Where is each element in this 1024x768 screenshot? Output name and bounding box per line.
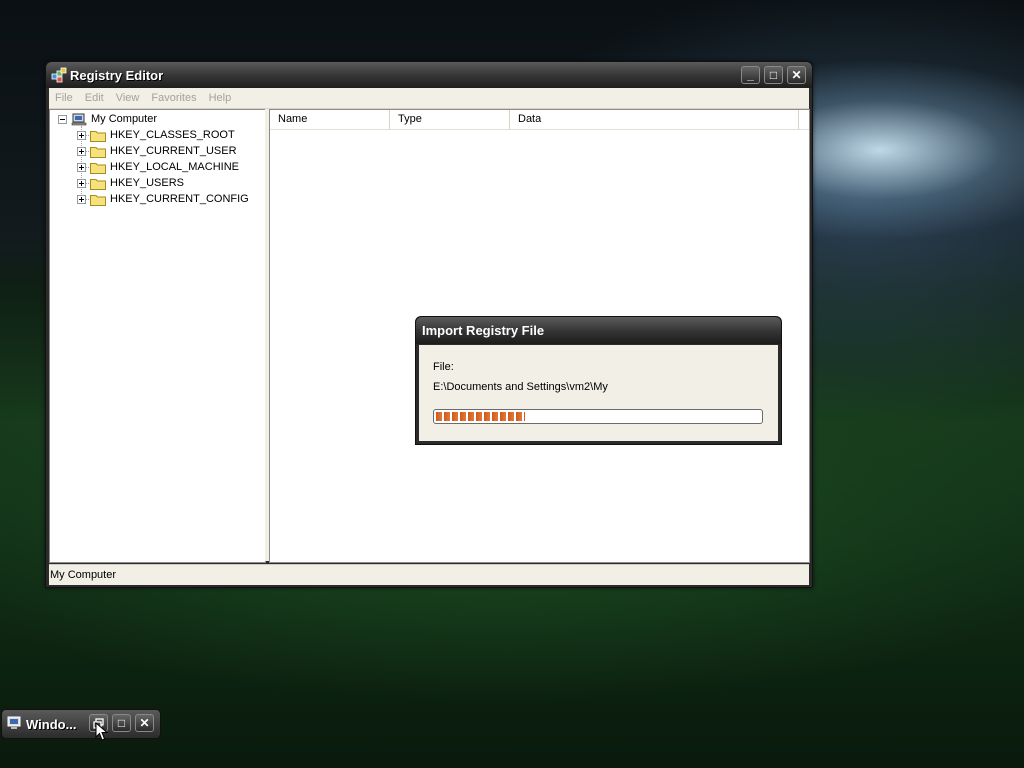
menu-view[interactable]: View bbox=[110, 92, 146, 104]
menu-help[interactable]: Help bbox=[203, 92, 238, 104]
close-button[interactable]: ✕ bbox=[135, 714, 154, 732]
progress-fill bbox=[436, 412, 525, 421]
tree-item-label: HKEY_CLASSES_ROOT bbox=[110, 129, 235, 141]
status-text: My Computer bbox=[50, 569, 117, 581]
window-icon bbox=[7, 716, 21, 729]
registry-editor-icon bbox=[51, 67, 67, 83]
dialog-title: Import Registry File bbox=[422, 323, 545, 338]
close-button[interactable]: ✕ bbox=[787, 66, 806, 84]
tree-item-label: HKEY_CURRENT_USER bbox=[110, 145, 237, 157]
import-registry-dialog: Import Registry File File: E:\Documents … bbox=[415, 316, 782, 445]
menu-favorites[interactable]: Favorites bbox=[145, 92, 202, 104]
tree-item-label: HKEY_USERS bbox=[110, 177, 184, 189]
close-icon: ✕ bbox=[791, 68, 802, 82]
mouse-cursor-icon bbox=[95, 722, 109, 741]
column-header-data[interactable]: Data bbox=[510, 110, 799, 129]
expand-icon[interactable] bbox=[77, 162, 86, 172]
menu-edit[interactable]: Edit bbox=[79, 92, 110, 104]
dialog-title-bar[interactable]: Import Registry File bbox=[416, 317, 781, 344]
import-progress-bar bbox=[433, 409, 763, 424]
menu-file[interactable]: File bbox=[49, 92, 79, 104]
dialog-body: File: E:\Documents and Settings\vm2\My bbox=[419, 345, 778, 441]
expand-icon[interactable] bbox=[77, 178, 86, 188]
tree-item-hkey-local-machine[interactable]: HKEY_LOCAL_MACHINE bbox=[77, 159, 239, 175]
tree-item-hkey-current-config[interactable]: HKEY_CURRENT_CONFIG bbox=[77, 191, 249, 207]
key-tree-pane[interactable]: My Computer HKEY_CLASSES_ROOT HKEY_CURRE… bbox=[49, 109, 266, 563]
expand-icon[interactable] bbox=[77, 146, 86, 156]
tree-item-my-computer[interactable]: My Computer bbox=[58, 111, 157, 127]
collapse-icon[interactable] bbox=[58, 114, 67, 124]
tree-item-hkey-users[interactable]: HKEY_USERS bbox=[77, 175, 184, 191]
expand-icon[interactable] bbox=[77, 194, 86, 204]
folder-icon bbox=[90, 162, 106, 174]
folder-icon bbox=[90, 130, 106, 142]
minimize-icon: _ bbox=[747, 68, 754, 82]
file-label: File: bbox=[433, 361, 454, 373]
minimized-window-title: Windo... bbox=[26, 717, 77, 732]
tree-item-hkey-current-user[interactable]: HKEY_CURRENT_USER bbox=[77, 143, 237, 159]
tree-item-hkey-classes-root[interactable]: HKEY_CLASSES_ROOT bbox=[77, 127, 235, 143]
column-header-name[interactable]: Name bbox=[270, 110, 390, 129]
folder-icon bbox=[90, 146, 106, 158]
maximize-button[interactable]: □ bbox=[112, 714, 131, 732]
close-icon: ✕ bbox=[139, 716, 150, 730]
file-path: E:\Documents and Settings\vm2\My bbox=[433, 381, 608, 393]
title-bar[interactable]: Registry Editor _ □ ✕ bbox=[46, 62, 812, 88]
computer-icon bbox=[71, 113, 87, 125]
window-title: Registry Editor bbox=[70, 68, 164, 83]
minimize-button[interactable]: _ bbox=[741, 66, 760, 84]
tree-item-label: HKEY_CURRENT_CONFIG bbox=[110, 193, 249, 205]
tree-item-label: My Computer bbox=[91, 113, 158, 125]
tree-item-label: HKEY_LOCAL_MACHINE bbox=[110, 161, 239, 173]
list-header: Name Type Data bbox=[270, 110, 809, 130]
minimized-window[interactable]: Windo... □ ✕ bbox=[1, 709, 161, 739]
maximize-icon: □ bbox=[769, 68, 778, 82]
maximize-button[interactable]: □ bbox=[764, 66, 783, 84]
folder-icon bbox=[90, 178, 106, 190]
expand-icon[interactable] bbox=[77, 130, 86, 140]
status-bar: My Computer bbox=[49, 564, 809, 585]
maximize-icon: □ bbox=[117, 716, 126, 730]
menu-bar: File Edit View Favorites Help bbox=[49, 88, 809, 109]
column-header-type[interactable]: Type bbox=[390, 110, 510, 129]
folder-icon bbox=[90, 194, 106, 206]
